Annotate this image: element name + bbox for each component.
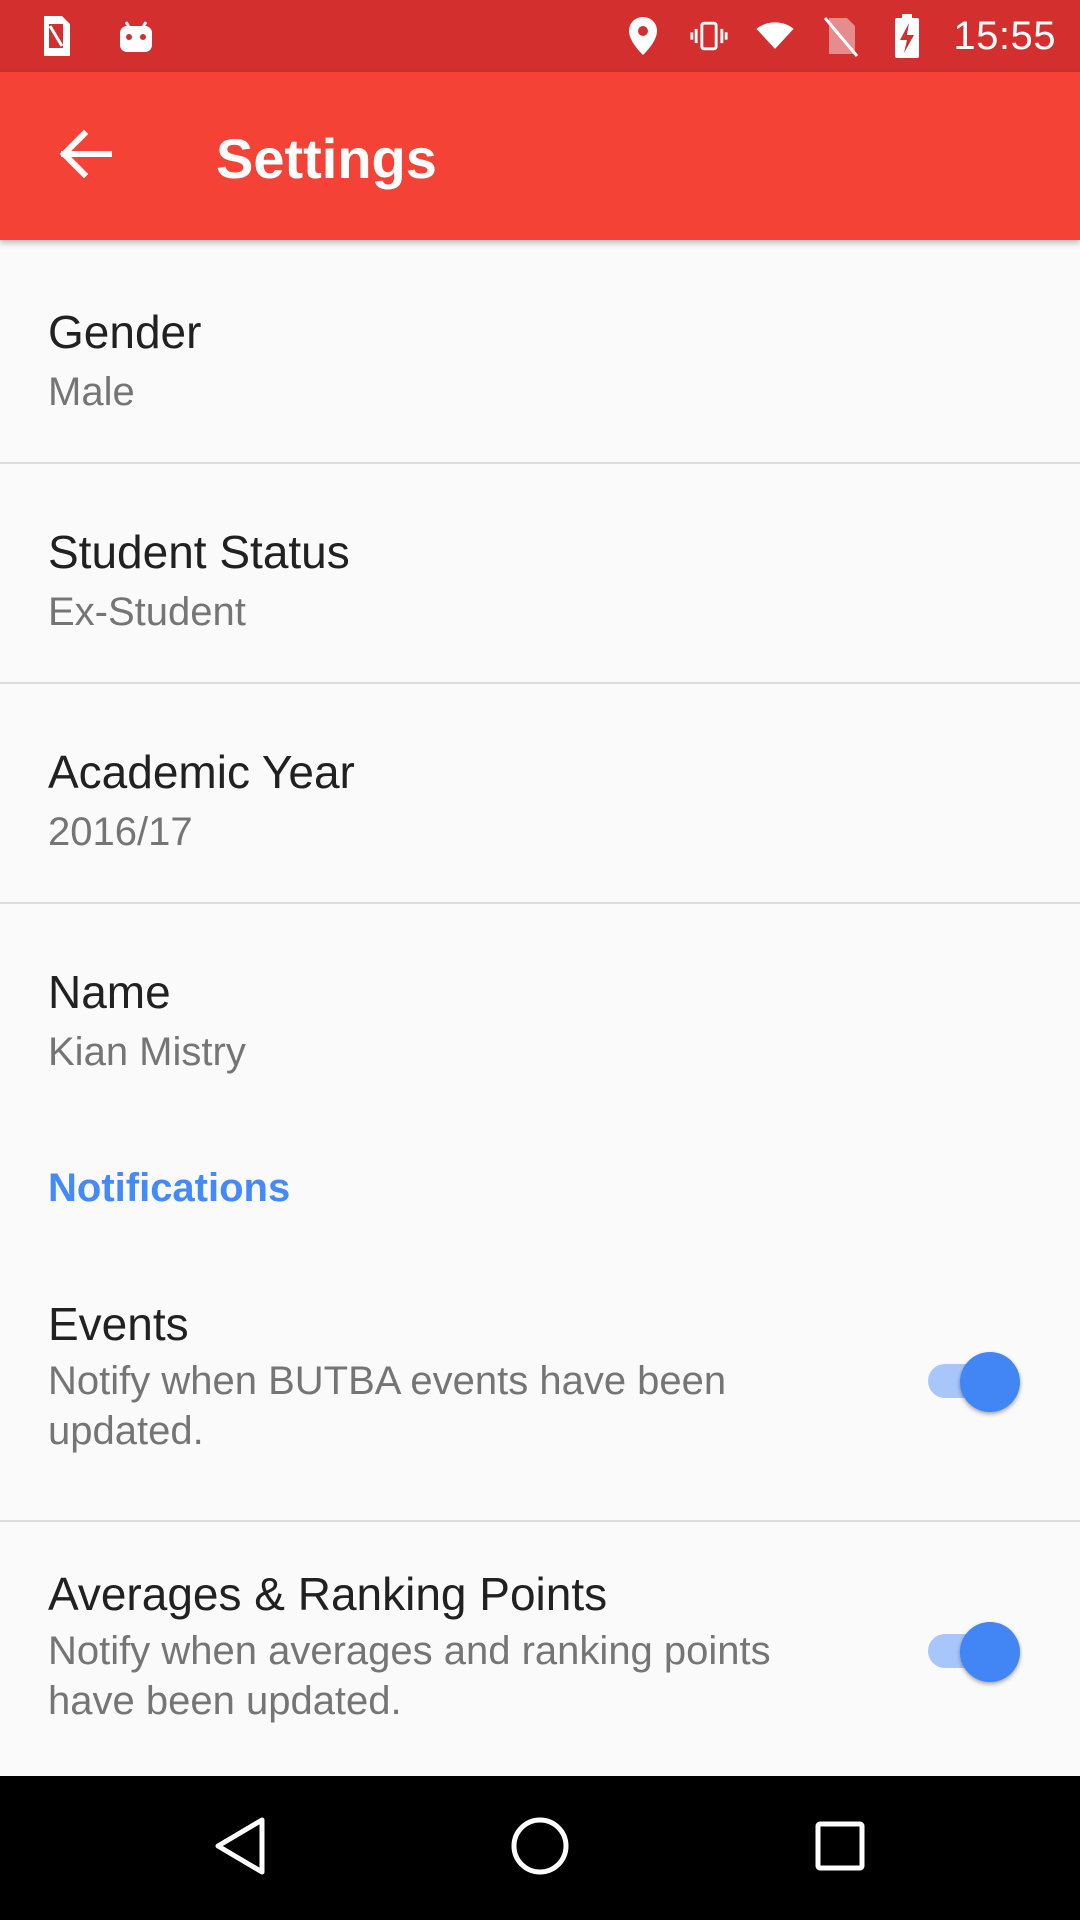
pref-summary: Kian Mistry [48,1030,246,1074]
app-bar: Settings [0,72,1080,240]
nav-back-button[interactable] [204,1812,276,1884]
pref-title: Gender [48,306,202,358]
pref-summary: Male [48,370,135,414]
recents-square-icon [814,1820,866,1877]
nav-home-button[interactable] [504,1812,576,1884]
pref-title: Student Status [48,526,350,578]
pref-student-status[interactable]: Student Status Ex-Student [0,464,1080,684]
pref-academic-year[interactable]: Academic Year 2016/17 [0,684,1080,904]
switch-thumb [960,1622,1020,1682]
pref-gender[interactable]: Gender Male [0,244,1080,464]
sim-card-icon [36,14,76,58]
events-toggle-switch[interactable] [920,1348,1020,1412]
averages-toggle-switch[interactable] [920,1618,1020,1682]
status-bar-right: 15:55 [623,10,1056,62]
pref-summary: Notify when averages and ranking points … [48,1629,771,1723]
status-bar-left [36,14,156,58]
arrow-back-icon [59,129,113,183]
pref-title: Academic Year [48,746,355,798]
category-notifications: Notifications [0,1124,1080,1252]
home-circle-icon [510,1816,570,1881]
page-title: Settings [216,127,437,190]
no-sim-icon [821,14,861,58]
pref-name[interactable]: Name Kian Mistry [0,904,1080,1124]
pref-summary: 2016/17 [48,810,193,854]
switch-thumb [960,1352,1020,1412]
android-icon [116,14,156,58]
status-time: 15:55 [953,13,1056,58]
battery-charging-icon [887,14,927,58]
pref-title: Averages & Ranking Points [48,1568,608,1620]
back-triangle-icon [212,1816,268,1881]
pref-title: Name [48,966,171,1018]
pref-summary: Notify when BUTBA events have been updat… [48,1359,727,1453]
back-button[interactable] [40,110,132,202]
vibrate-icon [689,14,729,58]
pref-events-notification[interactable]: Events Notify when BUTBA events have bee… [0,1252,1080,1522]
navigation-bar [0,1776,1080,1920]
category-title: Notifications [48,1166,291,1210]
wifi-icon [755,14,795,58]
status-bar: 15:55 [0,0,1080,72]
nav-recents-button[interactable] [804,1812,876,1884]
pref-title: Events [48,1298,189,1350]
location-icon [623,14,663,58]
pref-summary: Ex-Student [48,590,246,634]
settings-list: Gender Male Student Status Ex-Student Ac… [0,244,1080,1792]
pref-averages-notification[interactable]: Averages & Ranking Points Notify when av… [0,1522,1080,1792]
